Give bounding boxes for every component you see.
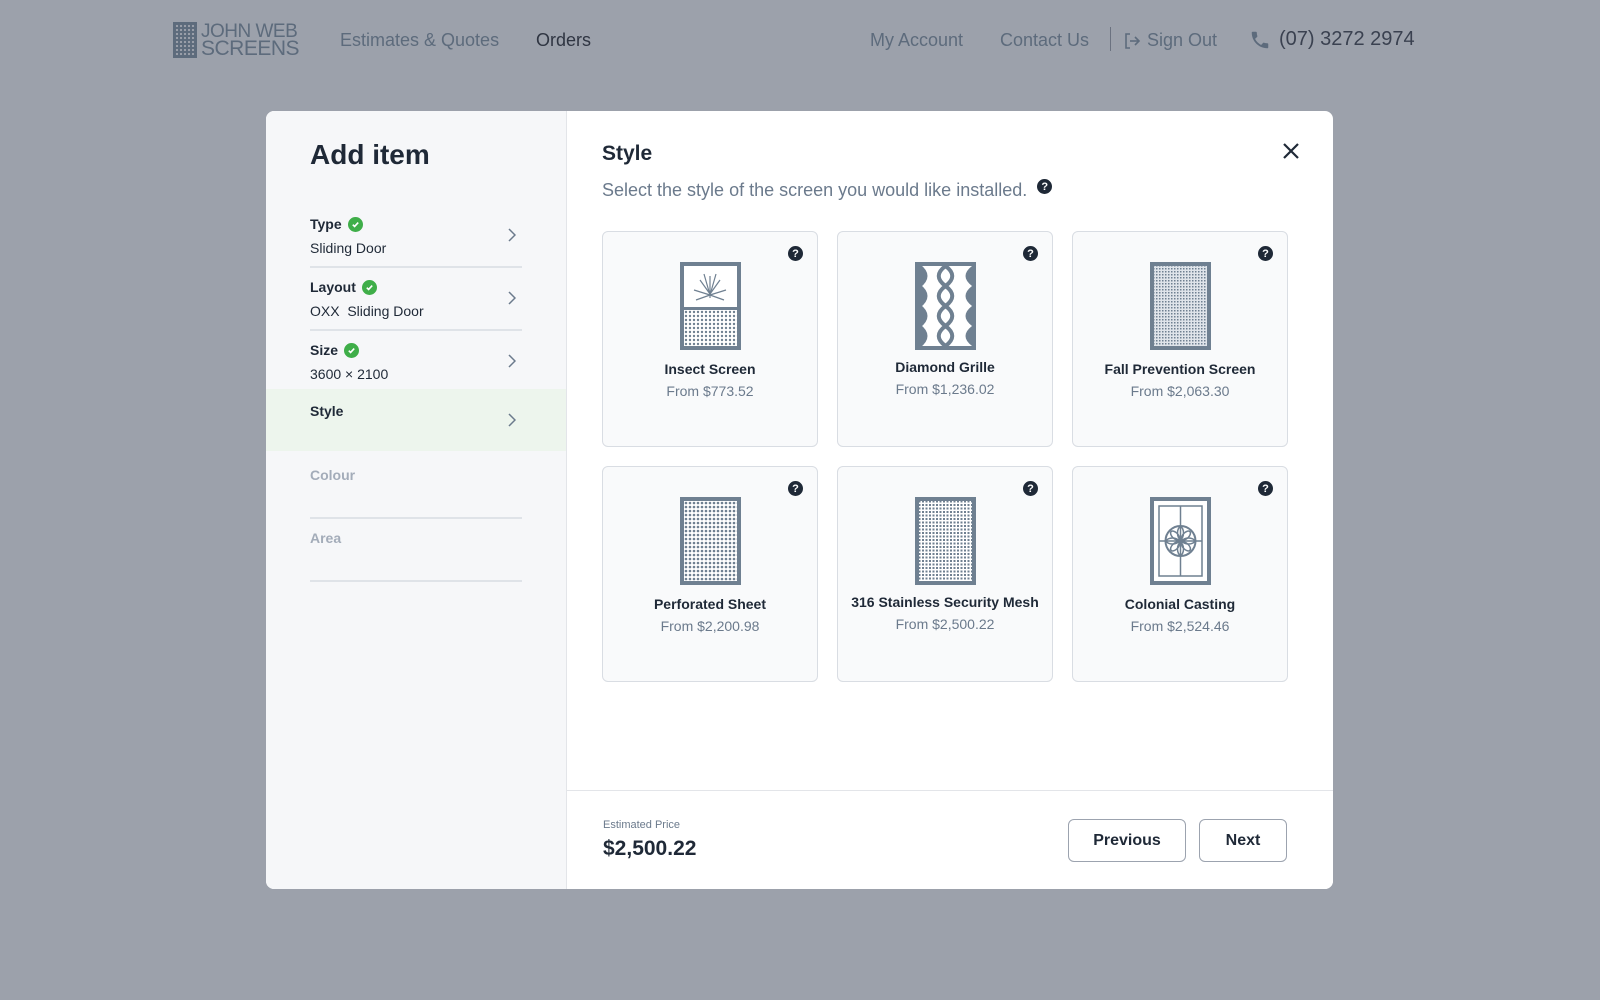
chevron-right-icon	[508, 291, 516, 305]
previous-button[interactable]: Previous	[1068, 819, 1186, 862]
nav-divider	[1110, 27, 1111, 51]
colonial-casting-icon	[1150, 497, 1211, 585]
step-style[interactable]: Style	[266, 389, 566, 451]
option-name: Perforated Sheet	[653, 596, 767, 612]
option-price: From $2,063.30	[1130, 383, 1230, 399]
step-size[interactable]: Size 3600 × 2100	[266, 332, 566, 394]
chevron-right-icon	[508, 228, 516, 242]
sign-out-link[interactable]: Sign Out	[1123, 30, 1217, 51]
phone-number[interactable]: (07) 3272 2974	[1249, 28, 1415, 51]
logo[interactable]: JOHN WEB SCREENS	[173, 22, 300, 60]
help-icon[interactable]: ?	[1023, 481, 1038, 496]
section-subtitle: Select the style of the screen you would…	[602, 180, 1028, 200]
help-icon[interactable]: ?	[788, 246, 803, 261]
phone-label: (07) 3272 2974	[1279, 28, 1415, 50]
nav-contact-us[interactable]: Contact Us	[1000, 30, 1089, 51]
logo-mark-icon	[173, 22, 197, 58]
step-area: Area	[266, 520, 566, 582]
help-icon[interactable]: ?	[1023, 246, 1038, 261]
style-panel: Style Select the style of the screen you…	[567, 111, 1333, 789]
chevron-right-icon	[508, 354, 516, 368]
step-label: Colour	[310, 467, 356, 483]
phone-icon	[1251, 31, 1269, 48]
option-name: Colonial Casting	[1124, 596, 1236, 612]
add-item-modal: Add item Type Sliding Door Layout OXX Sl…	[266, 111, 1333, 889]
estimated-price-label: Estimated Price	[603, 819, 681, 831]
style-option-colonial-casting[interactable]: ? Colonial Casting From $2,524.46	[1072, 466, 1288, 682]
option-name: 316 Stainless Security Mesh	[851, 594, 1039, 610]
step-colour: Colour	[266, 457, 566, 519]
check-icon	[361, 279, 377, 295]
insect-screen-icon	[680, 262, 741, 350]
close-icon[interactable]	[1279, 139, 1303, 163]
step-layout[interactable]: Layout OXX Sliding Door	[266, 269, 566, 331]
style-option-diamond-grille[interactable]: ? Diamond Grille From $1,236.02	[837, 231, 1053, 447]
perforated-sheet-icon	[680, 497, 741, 585]
next-button[interactable]: Next	[1199, 819, 1287, 862]
nav-estimates-quotes[interactable]: Estimates & Quotes	[340, 30, 499, 51]
security-mesh-icon	[915, 497, 976, 585]
step-label: Size	[310, 342, 339, 358]
option-price: From $773.52	[666, 383, 754, 399]
top-nav: JOHN WEB SCREENS Estimates & Quotes Orde…	[0, 0, 1600, 80]
step-label: Type	[310, 216, 342, 232]
option-price: From $2,500.22	[895, 616, 995, 632]
step-label: Layout	[310, 279, 356, 295]
section-title: Style	[602, 142, 653, 165]
step-label: Style	[310, 403, 344, 419]
sign-out-label: Sign Out	[1147, 30, 1218, 50]
step-value: OXX Sliding Door	[310, 303, 424, 319]
help-icon[interactable]: ?	[1037, 179, 1053, 194]
modal-title: Add item	[310, 139, 430, 170]
style-option-fall-prevention-screen[interactable]: ? Fall Prevention Screen From $2,063.30	[1072, 231, 1288, 447]
step-label: Area	[310, 530, 342, 546]
diamond-grille-icon	[915, 262, 976, 350]
option-price: From $2,200.98	[660, 618, 760, 634]
option-price: From $2,524.46	[1130, 618, 1230, 634]
sign-out-icon	[1125, 32, 1141, 49]
step-type[interactable]: Type Sliding Door	[266, 206, 566, 268]
check-icon	[347, 216, 363, 232]
option-name: Insect Screen	[664, 361, 756, 377]
estimated-price-value: $2,500.22	[603, 837, 697, 860]
style-option-security-mesh[interactable]: ? 316 Stainless Security Mesh From $2,50…	[837, 466, 1053, 682]
option-name: Diamond Grille	[895, 359, 995, 375]
help-icon[interactable]: ?	[788, 481, 803, 496]
option-name: Fall Prevention Screen	[1104, 361, 1256, 377]
option-price: From $1,236.02	[895, 381, 995, 397]
logo-line2: SCREENS	[201, 37, 300, 60]
step-value: Sliding Door	[310, 240, 387, 256]
style-option-insect-screen[interactable]: ? Insect Screen From $773.52	[602, 231, 818, 447]
help-icon[interactable]: ?	[1258, 481, 1273, 496]
modal-footer: Estimated Price $2,500.22 Previous Next	[567, 790, 1333, 889]
nav-orders[interactable]: Orders	[536, 30, 591, 51]
fall-prevention-icon	[1150, 262, 1211, 350]
style-option-perforated-sheet[interactable]: ? Perforated Sheet From $2,200.98	[602, 466, 818, 682]
step-value: 3600 × 2100	[310, 366, 389, 382]
help-icon[interactable]: ?	[1258, 246, 1273, 261]
check-icon	[344, 342, 360, 358]
nav-my-account[interactable]: My Account	[870, 30, 963, 51]
step-sidebar: Add item Type Sliding Door Layout OXX Sl…	[266, 111, 567, 889]
chevron-right-icon	[508, 413, 516, 427]
